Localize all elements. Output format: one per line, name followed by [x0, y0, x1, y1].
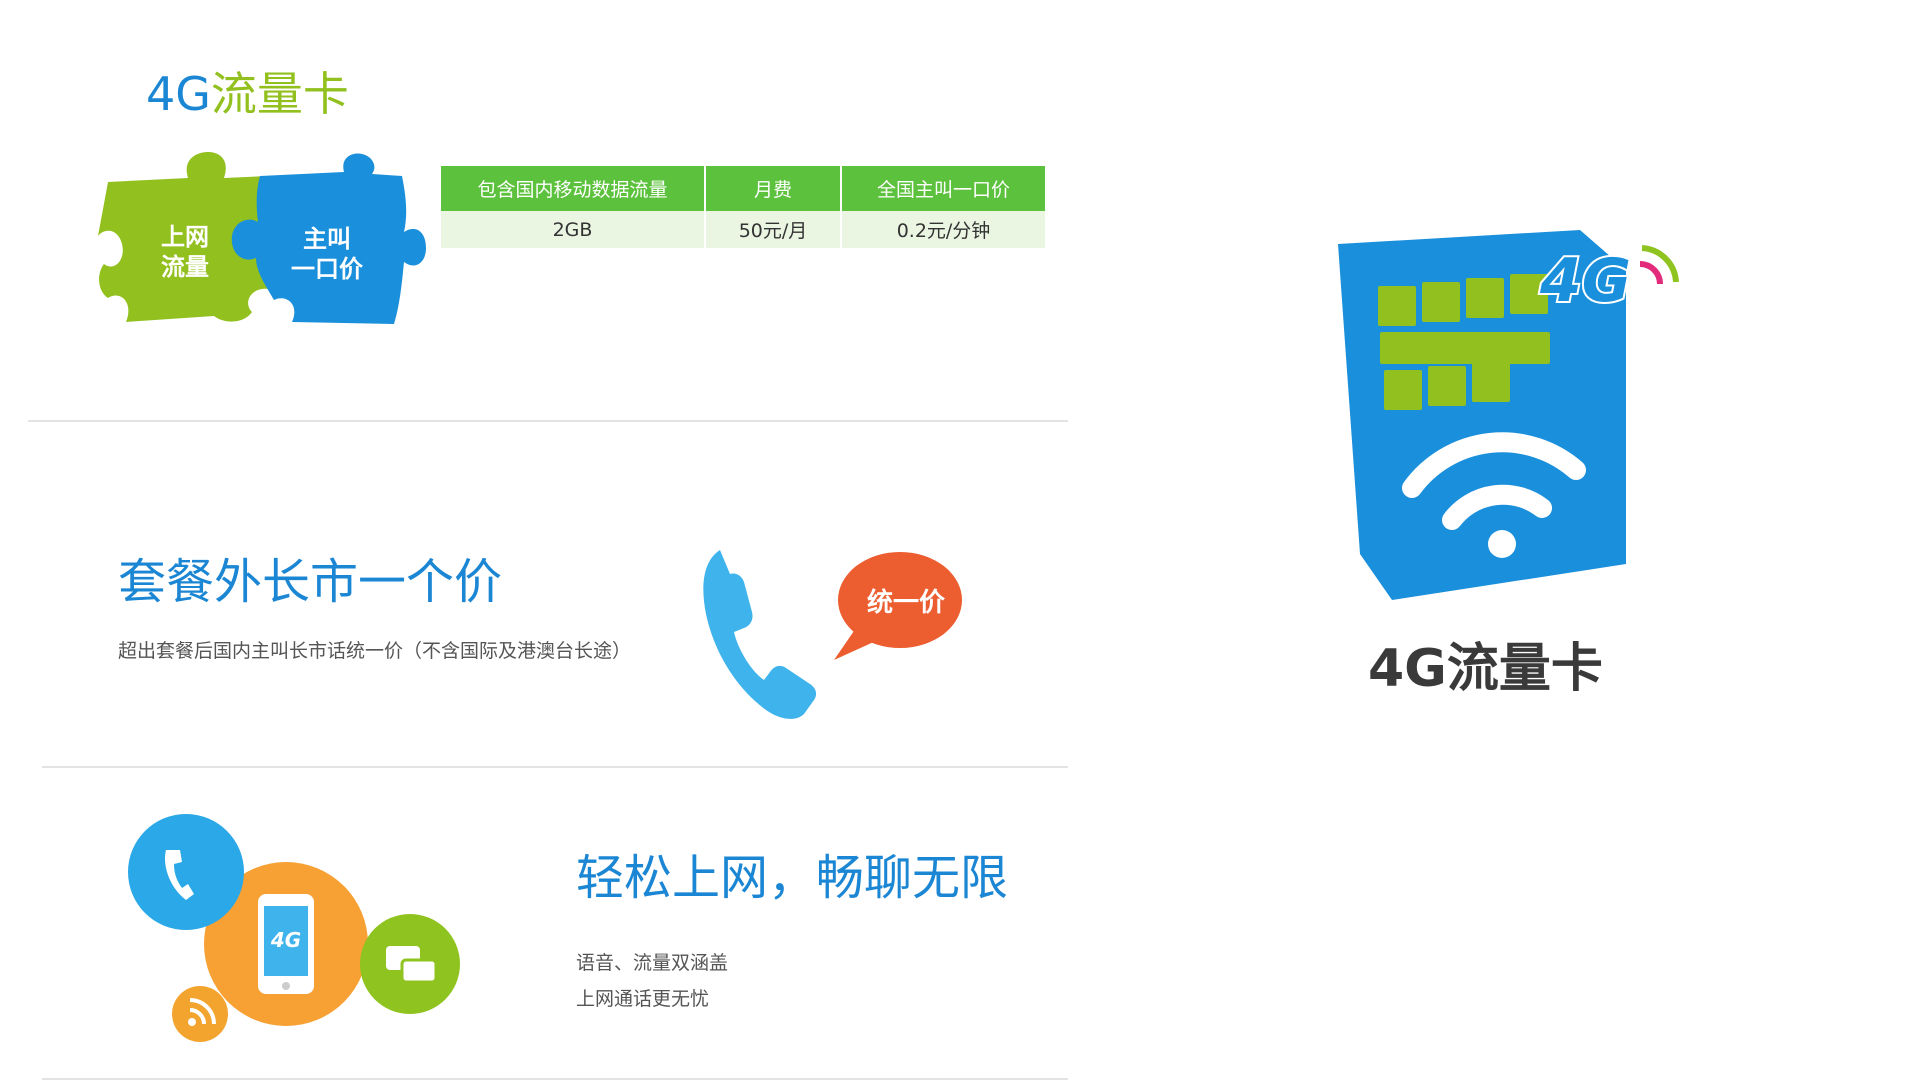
puzzle-graphic: 上网 流量 主叫 一口价: [96, 152, 426, 328]
table-header-cell: 月费: [705, 166, 842, 211]
puzzle-right-line2: 一口价: [291, 255, 363, 283]
call-headline: 套餐外长市一个价: [118, 554, 503, 610]
plan-table: 包含国内移动数据流量 月费 全国主叫一口价 2GB 50元/月 0.2元/分钟: [441, 166, 1045, 248]
puzzle-left-line1: 上网: [161, 223, 209, 251]
plan-title: 4G流量卡: [146, 67, 349, 121]
section-divider: [42, 766, 1068, 768]
sim-card-graphic: 4G: [1320, 224, 1700, 614]
sim-caption: 4G流量卡: [1368, 639, 1603, 699]
internet-headline: 轻松上网，畅聊无限: [576, 850, 1009, 906]
table-header-row: 包含国内移动数据流量 月费 全国主叫一口价: [441, 166, 1045, 211]
phone-circles-icon: [128, 814, 460, 1042]
table-header-cell: 全国主叫一口价: [841, 166, 1045, 211]
section-divider: [28, 420, 1068, 422]
table-cell: 0.2元/分钟: [841, 211, 1045, 248]
sim-badge-4g: 4G: [1538, 244, 1633, 318]
phone-screen-label: 4G: [270, 928, 302, 952]
bubble-label: 统一价: [866, 588, 945, 618]
table-cell: 50元/月: [705, 211, 842, 248]
table-header-cell: 包含国内移动数据流量: [441, 166, 706, 211]
call-subtext: 超出套餐后国内主叫长市话统一价（不含国际及港澳台长途）: [118, 640, 632, 662]
puzzle-right-line1: 主叫: [303, 225, 351, 253]
table-cell: 2GB: [441, 211, 706, 248]
sim-card-icon: [1338, 230, 1679, 600]
internet-line-1: 语音、流量双涵盖: [576, 952, 729, 974]
internet-line-2: 上网通话更无忧: [576, 988, 710, 1010]
call-illustration: 统一价: [696, 540, 962, 722]
internet-illustration: 4G: [128, 806, 464, 1042]
table-row: 2GB 50元/月 0.2元/分钟: [441, 211, 1045, 248]
puzzle-left-line2: 流量: [161, 253, 209, 281]
